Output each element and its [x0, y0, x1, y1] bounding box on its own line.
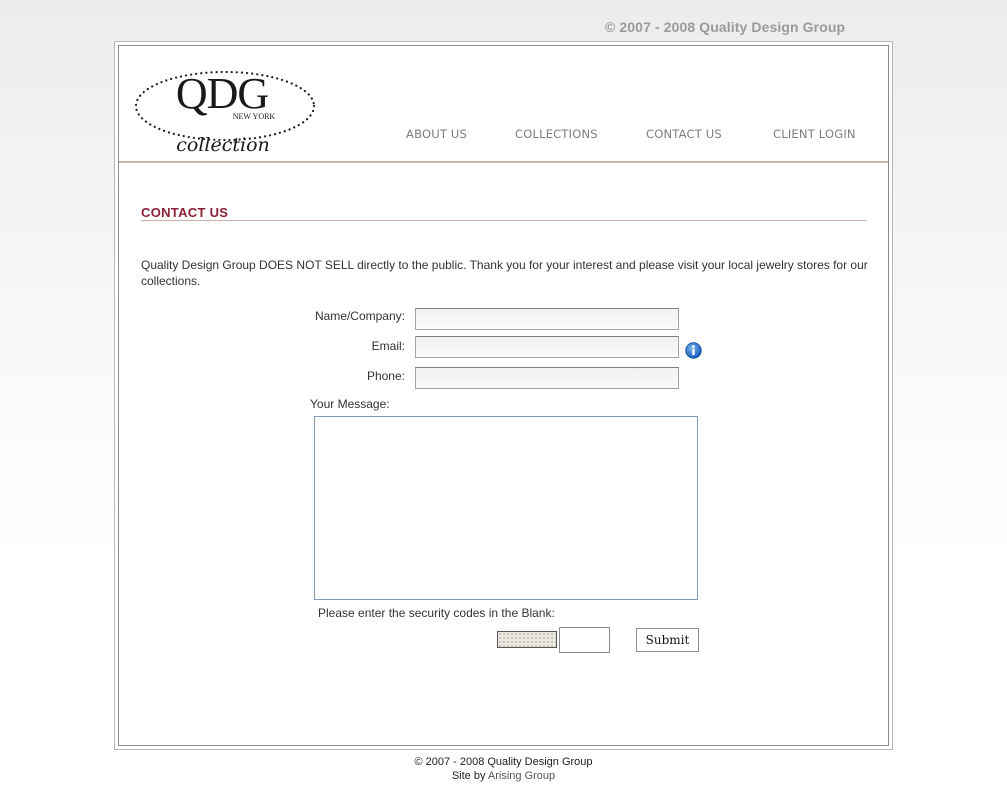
content-panel: QDG NEW YORK collection ABOUT US COLLECT… [118, 45, 889, 746]
name-company-input[interactable] [415, 308, 679, 330]
site-header: QDG NEW YORK collection ABOUT US COLLECT… [119, 46, 888, 163]
logo-monogram: QDG [176, 69, 269, 118]
phone-label: Phone: [366, 369, 405, 383]
nav-about-us[interactable]: ABOUT US [406, 127, 467, 141]
email-input[interactable] [415, 336, 679, 358]
footer-credit-prefix: Site by [451, 770, 488, 782]
nav-collections[interactable]: COLLECTIONS [515, 127, 598, 141]
email-label: Email: [371, 339, 405, 353]
message-label: Your Message: [310, 397, 390, 411]
arising-group-link[interactable]: Arising Group [488, 770, 555, 782]
top-copyright: © 2007 - 2008 Quality Design Group [605, 19, 846, 35]
logo-word: collection [176, 134, 270, 156]
footer-credit: Site by Arising Group [0, 769, 1007, 783]
name-company-label: Name/Company: [314, 309, 405, 323]
page-title: CONTACT US [141, 205, 229, 220]
logo-location: NEW YORK [233, 112, 276, 121]
captcha-image [497, 631, 557, 648]
nav-client-login[interactable]: CLIENT LOGIN [773, 127, 856, 141]
title-divider [141, 220, 867, 221]
footer-copyright: © 2007 - 2008 Quality Design Group [414, 756, 593, 768]
info-icon[interactable] [685, 342, 702, 359]
security-code-label: Please enter the security codes in the B… [318, 606, 555, 620]
intro-text: Quality Design Group DOES NOT SELL direc… [141, 258, 868, 288]
site-footer: © 2007 - 2008 Quality Design Group Site … [0, 755, 1007, 783]
phone-input[interactable] [415, 367, 679, 389]
submit-button[interactable]: Submit [636, 628, 699, 652]
page-frame: QDG NEW YORK collection ABOUT US COLLECT… [114, 41, 893, 750]
security-code-input[interactable] [559, 627, 610, 653]
qdg-logo[interactable]: QDG NEW YORK collection [133, 58, 318, 158]
message-textarea[interactable] [314, 416, 698, 600]
nav-contact-us[interactable]: CONTACT US [646, 127, 722, 141]
